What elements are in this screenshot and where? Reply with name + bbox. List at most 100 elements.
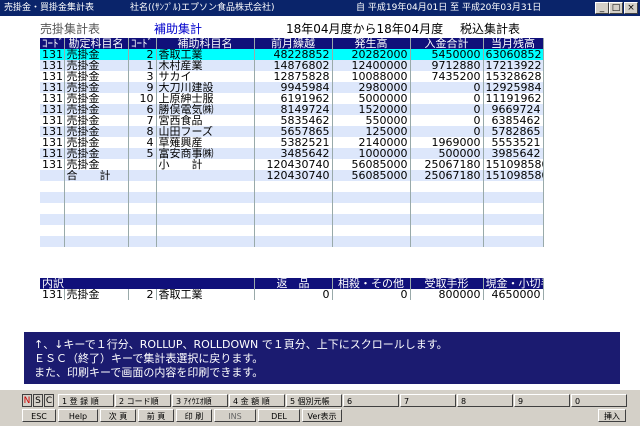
- table-row[interactable]: 131 売掛金 7 宮西食品 5835462 550000 0 6385462: [40, 115, 544, 126]
- cell-code1: 131: [40, 126, 65, 137]
- table-row[interactable]: 131 売掛金 9 大刀川建設 9945984 2980000 0 12925984: [40, 82, 544, 93]
- cell-acct: 売掛金: [64, 49, 129, 60]
- cell-bal: 9669724: [483, 104, 544, 115]
- prev-page-key[interactable]: 前 頁: [138, 409, 174, 422]
- cell-empty: [156, 236, 255, 247]
- table-row-selected[interactable]: 131 売掛金 2 香取工業 48228852 20282000 5450000 630608…: [40, 49, 544, 60]
- cell-empty: [40, 192, 65, 203]
- col-returns: 返 品: [254, 278, 333, 289]
- cell-bal: 11191962: [483, 93, 544, 104]
- table-row[interactable]: 131 売掛金 10 上原紳士服 6191962 5000000 0 11191962: [40, 93, 544, 104]
- cell-code2: 6: [128, 104, 157, 115]
- cell-bal: 151098580: [483, 170, 544, 181]
- cell-recv: 0: [410, 126, 484, 137]
- company-name: 社名((ｻﾝﾌﾟﾙ)エプソン食品株式会社): [130, 3, 275, 13]
- cell-sub: 勝俣電気㈱: [156, 104, 255, 115]
- table-row[interactable]: 131 売掛金 8 山田フーズ 5657865 125000 0 5782865: [40, 126, 544, 137]
- del-key[interactable]: DEL: [258, 409, 300, 422]
- cell-sub: 富安商事㈱: [156, 148, 255, 159]
- tax-mode: 税込集計表: [460, 22, 521, 36]
- cell-sub: 香取工業: [156, 49, 255, 60]
- col-balance: 当月残高: [483, 38, 544, 49]
- col-generated: 発生高: [332, 38, 411, 49]
- help-line-3: また、印刷キーで画面の内容を印刷できます。: [34, 366, 264, 379]
- mode-indicator-n[interactable]: N: [22, 394, 32, 407]
- cell-sub: 山田フーズ: [156, 126, 255, 137]
- cell-empty: [156, 214, 255, 225]
- table-row[interactable]: 合 計 120430740 56085000 25067180 151098580: [40, 170, 544, 181]
- table-row[interactable]: 131 売掛金 6 勝俣電気㈱ 8149724 1520000 0 9669724: [40, 104, 544, 115]
- next-page-key[interactable]: 次 頁: [100, 409, 136, 422]
- cell-empty: [64, 225, 129, 236]
- cell-bal: 63060852: [483, 49, 544, 60]
- mode-indicator-s[interactable]: S: [33, 394, 43, 407]
- cell-gen: 550000: [332, 115, 411, 126]
- cell-empty: [410, 236, 484, 247]
- cell-empty: [483, 192, 544, 203]
- cell-sub: 小 計: [156, 159, 255, 170]
- fkey-5-ledger[interactable]: 5 個別元帳: [286, 394, 342, 407]
- cell-code1: 131: [40, 49, 65, 60]
- cell-recv: 0: [410, 82, 484, 93]
- help-message: ↑、↓キーで１行分、ROLLUP、ROLLDOWN で１頁分、上下にスクロールし…: [24, 332, 620, 384]
- table-row[interactable]: 131 売掛金 小 計 120430740 56085000 25067180 151098…: [40, 159, 544, 170]
- cell-recv: 500000: [410, 148, 484, 159]
- fkey-4-amount-order[interactable]: 4 金 額 順: [229, 394, 285, 407]
- cell-prev: 5382521: [254, 137, 333, 148]
- table-row-empty: [40, 181, 544, 192]
- cell-gen: 2140000: [332, 137, 411, 148]
- help-key[interactable]: Help: [58, 409, 98, 422]
- aux-summary-link[interactable]: 補助集計: [154, 20, 202, 37]
- minimize-button[interactable]: _: [595, 2, 609, 14]
- cell-empty: [332, 181, 411, 192]
- cell-prev: 48228852: [254, 49, 333, 60]
- esc-key[interactable]: ESC: [22, 409, 56, 422]
- cell-bal: 6385462: [483, 115, 544, 126]
- cell-sub: 大刀川建設: [156, 82, 255, 93]
- print-key[interactable]: 印 刷: [176, 409, 212, 422]
- cell-empty: [128, 225, 157, 236]
- fkey-7[interactable]: 7: [400, 394, 456, 407]
- table-row[interactable]: 131 売掛金 1 木村産業 14876802 12400000 9712880 172139…: [40, 60, 544, 71]
- table-row[interactable]: 131 売掛金 3 サカイ 12875828 10088000 7435200 1532862…: [40, 71, 544, 82]
- fkey-8[interactable]: 8: [457, 394, 513, 407]
- col-bills: 受取手形: [410, 278, 484, 289]
- cell-code1: 131: [40, 137, 65, 148]
- cell-code1: 131: [40, 148, 65, 159]
- version-key[interactable]: Ver表示: [302, 409, 342, 422]
- ins-key[interactable]: INS: [214, 409, 256, 422]
- fkey-0[interactable]: 0: [571, 394, 627, 407]
- mode-indicator-c[interactable]: C: [44, 394, 54, 407]
- cell-empty: [410, 181, 484, 192]
- fkey-9[interactable]: 9: [514, 394, 570, 407]
- cell-code2: 10: [128, 93, 157, 104]
- fkey-6[interactable]: 6: [343, 394, 399, 407]
- cell-acct: 売掛金: [64, 104, 129, 115]
- cell-bal: 12925984: [483, 82, 544, 93]
- cell-empty: [40, 181, 65, 192]
- cell-empty: [156, 225, 255, 236]
- cell-code2: 1: [128, 60, 157, 71]
- fkey-3-kana-order[interactable]: 3 ｱｲｳｴｵ順: [172, 394, 228, 407]
- table-header: ｺｰﾄﾞ 勘定科目名 ｺｰﾄﾞ 補助科目名 前月繰越 発生高 入金合計 当月残高: [40, 38, 544, 49]
- fkey-2-code-order[interactable]: 2 コード順: [115, 394, 171, 407]
- table-row-empty: [40, 192, 544, 203]
- cell-prev: 8149724: [254, 104, 333, 115]
- cell-gen: 125000: [332, 126, 411, 137]
- table-row[interactable]: 131 売掛金 4 草薙興産 5382521 2140000 1969000 5553521: [40, 137, 544, 148]
- fkey-1-register-order[interactable]: 1 登 録 順: [58, 394, 114, 407]
- cell-acct: 合 計: [64, 170, 129, 181]
- maximize-button[interactable]: □: [609, 2, 623, 14]
- cell-code2: 2: [128, 49, 157, 60]
- col-sub-code: ｺｰﾄﾞ: [128, 38, 157, 49]
- table-row[interactable]: 131 売掛金 5 富安商事㈱ 3485642 1000000 500000 3985642: [40, 148, 544, 159]
- cell-acct: 売掛金: [64, 148, 129, 159]
- cell-empty: [64, 236, 129, 247]
- cell-empty: [410, 203, 484, 214]
- close-button[interactable]: ×: [624, 2, 638, 14]
- cell-empty: [40, 225, 65, 236]
- cell-code2: 9: [128, 82, 157, 93]
- cell-sub: 宮西食品: [156, 115, 255, 126]
- cell-acct: 売掛金: [64, 126, 129, 137]
- cell-empty: [483, 181, 544, 192]
